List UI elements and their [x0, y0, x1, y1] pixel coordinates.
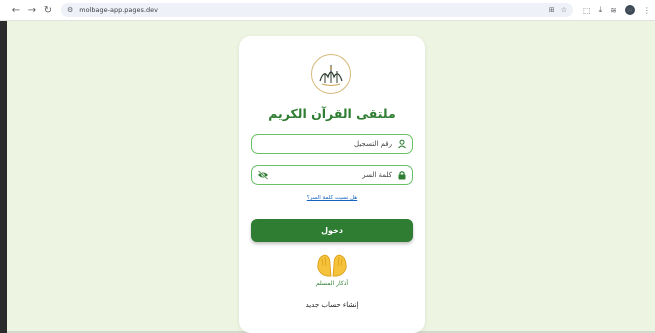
login-card: ملتقى القرآن الكريم رقم التسجيل كلمة الس… [239, 36, 425, 333]
password-input[interactable]: كلمة السر [251, 165, 413, 185]
translate-icon[interactable]: ⊞ [549, 6, 555, 14]
back-arrow-icon[interactable]: ← [9, 3, 23, 17]
download-icon[interactable]: ⤓ [599, 5, 603, 15]
browser-toolbar: ← → ↻ ⚙ molbage-app.pages.dev ⊞ ☆ ⬚ ⤓ ≋ … [0, 0, 655, 21]
url-text: molbage-app.pages.dev [79, 6, 158, 14]
extensions-icon[interactable]: ⬚ [583, 6, 591, 15]
profile-avatar[interactable]: W [624, 5, 635, 15]
praying-hands-icon[interactable] [316, 252, 348, 278]
site-info-icon[interactable]: ⚙ [67, 6, 73, 14]
login-button[interactable]: دخول [251, 219, 413, 242]
page-title: ملتقى القرآن الكريم [268, 106, 396, 121]
customize-icon[interactable]: ≋ [610, 6, 617, 15]
password-placeholder: كلمة السر [362, 171, 392, 179]
eye-slash-icon[interactable] [257, 170, 269, 180]
toolbar-actions: ⬚ ⤓ ≋ W ⋮ [583, 5, 651, 15]
address-bar[interactable]: ⚙ molbage-app.pages.dev ⊞ ☆ [61, 3, 573, 17]
lock-icon [398, 171, 406, 180]
address-bar-actions: ⊞ ☆ [549, 6, 573, 14]
menu-icon[interactable]: ⋮ [643, 6, 651, 15]
azkar-label[interactable]: أذكار المسلم [239, 280, 425, 287]
bookmark-star-icon[interactable]: ☆ [561, 6, 567, 14]
create-account-link[interactable]: إنشاء حساب جديد [239, 301, 425, 309]
forum-logo [311, 54, 351, 94]
registration-number-input[interactable]: رقم التسجيل [251, 134, 413, 154]
user-icon [398, 139, 406, 149]
registration-number-placeholder: رقم التسجيل [354, 140, 392, 148]
forward-arrow-icon[interactable]: → [25, 3, 39, 17]
left-window-edge [0, 21, 7, 333]
forgot-password-link[interactable]: هل نسيت كلمة السر؟ [239, 195, 425, 201]
reload-icon[interactable]: ↻ [41, 3, 55, 17]
